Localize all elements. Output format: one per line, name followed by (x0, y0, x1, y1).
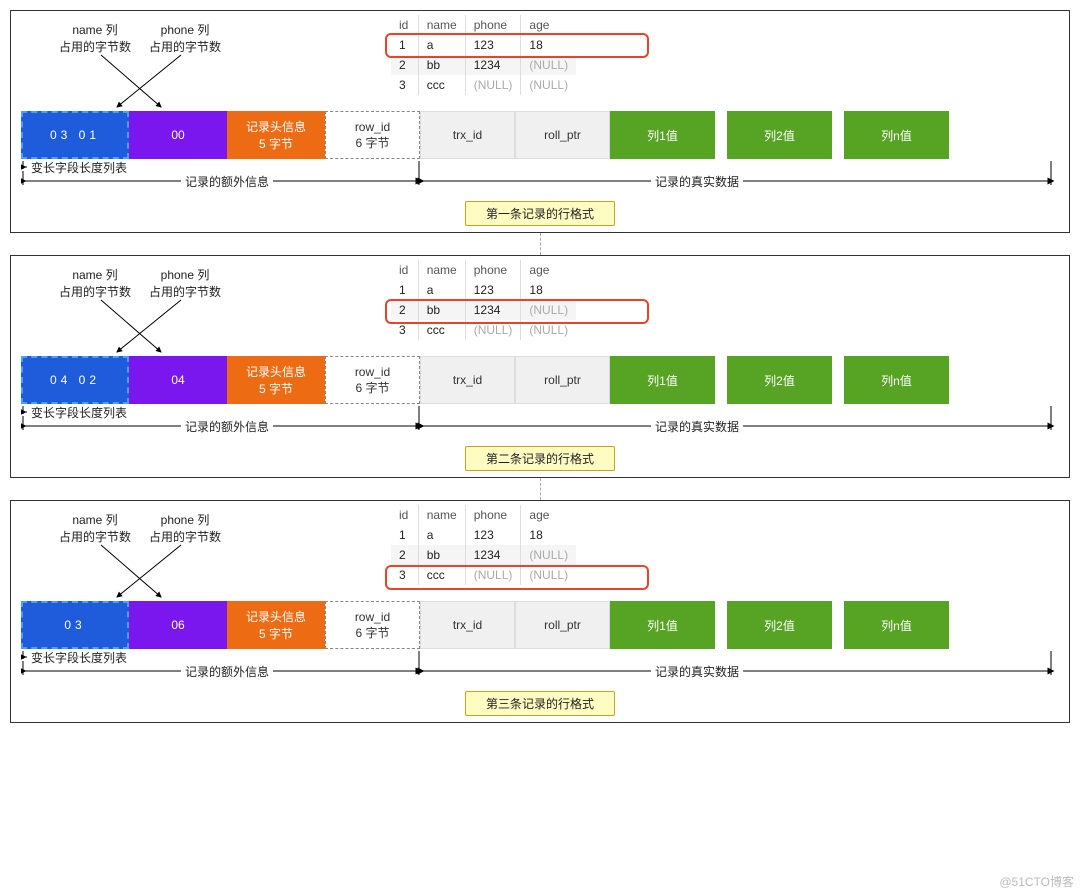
source-table: idnamephoneage1a123182bb1234(NULL)3ccc(N… (391, 15, 576, 95)
col2-box: 列2值 (727, 111, 832, 159)
extra-info-label: 记录的额外信息 (181, 418, 273, 435)
coln-box: 列n值 (844, 111, 949, 159)
col1-box: 列1值 (610, 356, 715, 404)
null-bitmap-box: 00 (129, 111, 227, 159)
row-format-blocks: 0306记录头信息 5 字节row_id 6 字节trx_idroll_ptr列… (21, 601, 1059, 649)
varlen-list-label: 变长字段长度列表 (27, 404, 131, 421)
connector-line (540, 233, 541, 255)
trx-id-box: trx_id (420, 356, 515, 404)
record-panel: name 列占用的字节数phone 列占用的字节数idnamephoneage1… (10, 10, 1070, 233)
header-info-box: 记录头信息 5 字节 (227, 601, 325, 649)
real-data-label: 记录的真实数据 (651, 663, 743, 680)
dimension-lines (21, 406, 1061, 442)
arrows (21, 19, 281, 114)
arrows (21, 509, 281, 604)
record-caption: 第三条记录的行格式 (465, 691, 615, 716)
row-id-box: row_id 6 字节 (325, 111, 420, 159)
row-format-blocks: 03 0100记录头信息 5 字节row_id 6 字节trx_idroll_p… (21, 111, 1059, 159)
varlen-list-label: 变长字段长度列表 (27, 159, 131, 176)
connector-line (540, 478, 541, 500)
source-table: idnamephoneage1a123182bb1234(NULL)3ccc(N… (391, 505, 576, 585)
dimension-lines (21, 651, 1061, 687)
trx-id-box: trx_id (420, 111, 515, 159)
trx-id-box: trx_id (420, 601, 515, 649)
roll-ptr-box: roll_ptr (515, 601, 610, 649)
col2-box: 列2值 (727, 601, 832, 649)
header-info-box: 记录头信息 5 字节 (227, 111, 325, 159)
record-panel: name 列占用的字节数phone 列占用的字节数idnamephoneage1… (10, 500, 1070, 723)
roll-ptr-box: roll_ptr (515, 356, 610, 404)
real-data-label: 记录的真实数据 (651, 418, 743, 435)
real-data-label: 记录的真实数据 (651, 173, 743, 190)
record-caption: 第一条记录的行格式 (465, 201, 615, 226)
record-panel: name 列占用的字节数phone 列占用的字节数idnamephoneage1… (10, 255, 1070, 478)
extra-info-label: 记录的额外信息 (181, 173, 273, 190)
dimension-lines (21, 161, 1061, 197)
row-id-box: row_id 6 字节 (325, 601, 420, 649)
watermark: @51CTO博客 (999, 873, 1074, 890)
varlen-bytes-box: 03 (21, 601, 129, 649)
varlen-list-label: 变长字段长度列表 (27, 649, 131, 666)
null-bitmap-box: 06 (129, 601, 227, 649)
record-caption: 第二条记录的行格式 (465, 446, 615, 471)
row-id-box: row_id 6 字节 (325, 356, 420, 404)
col2-box: 列2值 (727, 356, 832, 404)
coln-box: 列n值 (844, 601, 949, 649)
col1-box: 列1值 (610, 111, 715, 159)
varlen-bytes-box: 04 02 (21, 356, 129, 404)
arrows (21, 264, 281, 359)
roll-ptr-box: roll_ptr (515, 111, 610, 159)
col1-box: 列1值 (610, 601, 715, 649)
row-format-blocks: 04 0204记录头信息 5 字节row_id 6 字节trx_idroll_p… (21, 356, 1059, 404)
coln-box: 列n值 (844, 356, 949, 404)
null-bitmap-box: 04 (129, 356, 227, 404)
extra-info-label: 记录的额外信息 (181, 663, 273, 680)
header-info-box: 记录头信息 5 字节 (227, 356, 325, 404)
source-table: idnamephoneage1a123182bb1234(NULL)3ccc(N… (391, 260, 576, 340)
varlen-bytes-box: 03 01 (21, 111, 129, 159)
